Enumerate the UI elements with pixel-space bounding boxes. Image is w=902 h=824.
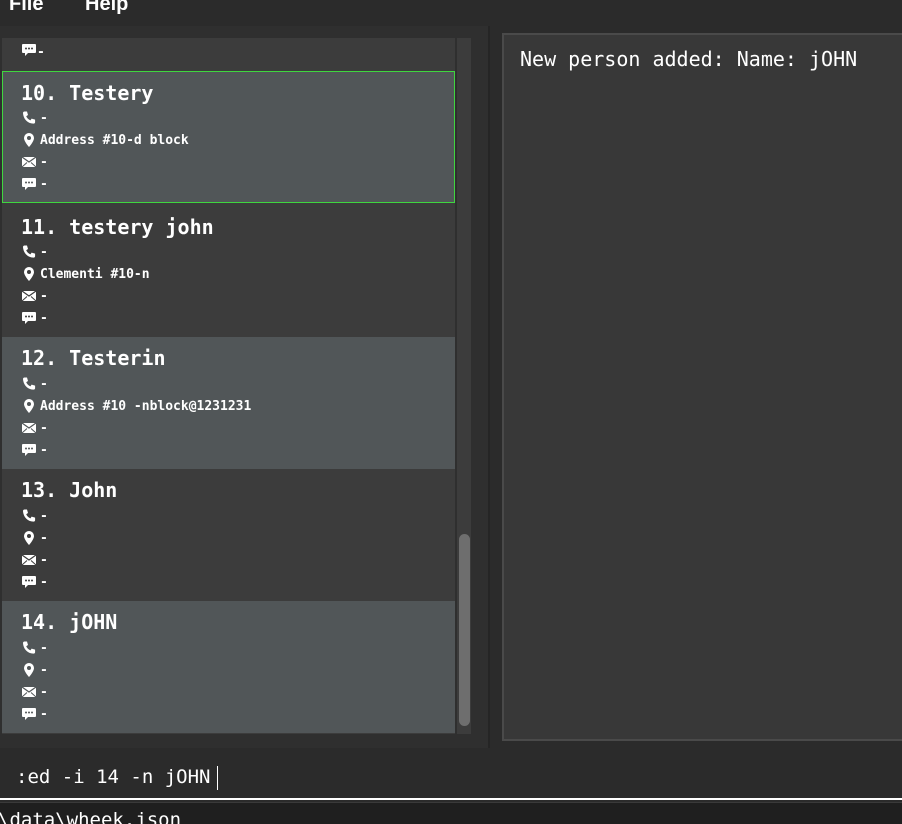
envelope-icon [21,552,37,568]
address-value: - [40,530,48,546]
person-name: 12. Testerin [21,346,166,370]
location-pin-icon [21,266,37,282]
envelope-icon [21,288,37,304]
email-value: - [40,288,48,304]
phone-row: - [21,108,48,128]
envelope-icon [21,420,37,436]
address-row: Address #10-d block [21,130,189,150]
remark-icon [21,310,37,326]
remark-icon [21,706,37,722]
remark-value: - [40,310,48,326]
list-scrollbar-thumb[interactable] [459,534,470,726]
envelope-icon [21,684,37,700]
phone-row: - [21,638,48,658]
email-value: - [40,420,48,436]
menu-file[interactable]: File [9,0,43,16]
remark-row: - [21,572,48,592]
phone-value: - [40,244,48,260]
remark-icon [21,176,37,192]
person-card-10[interactable]: 10. Testery - Address #10-d block - - [2,71,455,203]
menu-help[interactable]: Help [85,0,128,16]
phone-icon [21,244,37,260]
person-card-13[interactable]: 13. John - - - - [2,469,455,601]
email-row: - [21,286,48,306]
result-message: New person added: Name: jOHN [520,47,858,71]
phone-icon [21,110,37,126]
phone-value: - [40,110,48,126]
address-row: Clementi #10-n [21,264,150,284]
partial-card-remark-row: - [21,42,45,62]
phone-icon [21,376,37,392]
envelope-icon [21,154,37,170]
remark-value: - [40,442,48,458]
address-value: Address #10-d block [40,132,189,148]
person-name: 13. John [21,478,118,502]
remark-row: - [21,174,48,194]
command-input[interactable] [0,756,902,800]
location-pin-icon [21,530,37,546]
phone-value: - [40,640,48,656]
remark-row: - [21,440,48,460]
location-pin-icon [21,132,37,148]
email-row: - [21,550,48,570]
phone-icon [21,640,37,656]
location-pin-icon [21,662,37,678]
person-name: 11. testery john [21,215,214,239]
remark-value: - [40,574,48,590]
status-bar: \data\wheek.json [0,802,902,824]
phone-icon [21,508,37,524]
remark-value: - [40,706,48,722]
remark-icon [21,574,37,590]
phone-row: - [21,374,48,394]
email-row: - [21,682,48,702]
result-pane: New person added: Name: jOHN [490,26,902,748]
email-value: - [40,684,48,700]
remark-value: - [37,44,45,60]
email-row: - [21,152,48,172]
person-card-14[interactable]: 14. jOHN - - - - [2,601,455,733]
person-name: 14. jOHN [21,610,118,634]
address-value: Address #10 -nblock@1231231 [40,398,252,414]
phone-value: - [40,376,48,392]
address-value: Clementi #10-n [40,266,150,282]
email-row: - [21,418,48,438]
email-value: - [40,154,48,170]
remark-icon [21,442,37,458]
menu-bar: File Help [0,0,902,26]
text-cursor [217,766,218,790]
address-row: Address #10 -nblock@1231231 [21,396,251,416]
person-name: 10. Testery [21,81,154,105]
address-value: - [40,662,48,678]
person-card-11[interactable]: 11. testery john - Clementi #10-n - - [2,205,455,337]
remark-row: - [21,308,48,328]
remark-row: - [21,704,48,724]
person-card-12[interactable]: 12. Testerin - Address #10 -nblock@12312… [2,337,455,469]
phone-row: - [21,242,48,262]
address-row: - [21,528,48,548]
person-list-pane: - 10. Testery - Address #10-d block - - [0,26,488,748]
status-file-path: \data\wheek.json [0,809,182,824]
remark-value: - [40,176,48,192]
location-pin-icon [21,398,37,414]
phone-row: - [21,506,48,526]
address-row: - [21,660,48,680]
command-box-area [0,748,902,802]
result-display[interactable]: New person added: Name: jOHN [502,33,902,741]
person-list[interactable]: - 10. Testery - Address #10-d block - - [2,38,455,734]
phone-value: - [40,508,48,524]
email-value: - [40,552,48,568]
remark-icon [21,42,37,62]
